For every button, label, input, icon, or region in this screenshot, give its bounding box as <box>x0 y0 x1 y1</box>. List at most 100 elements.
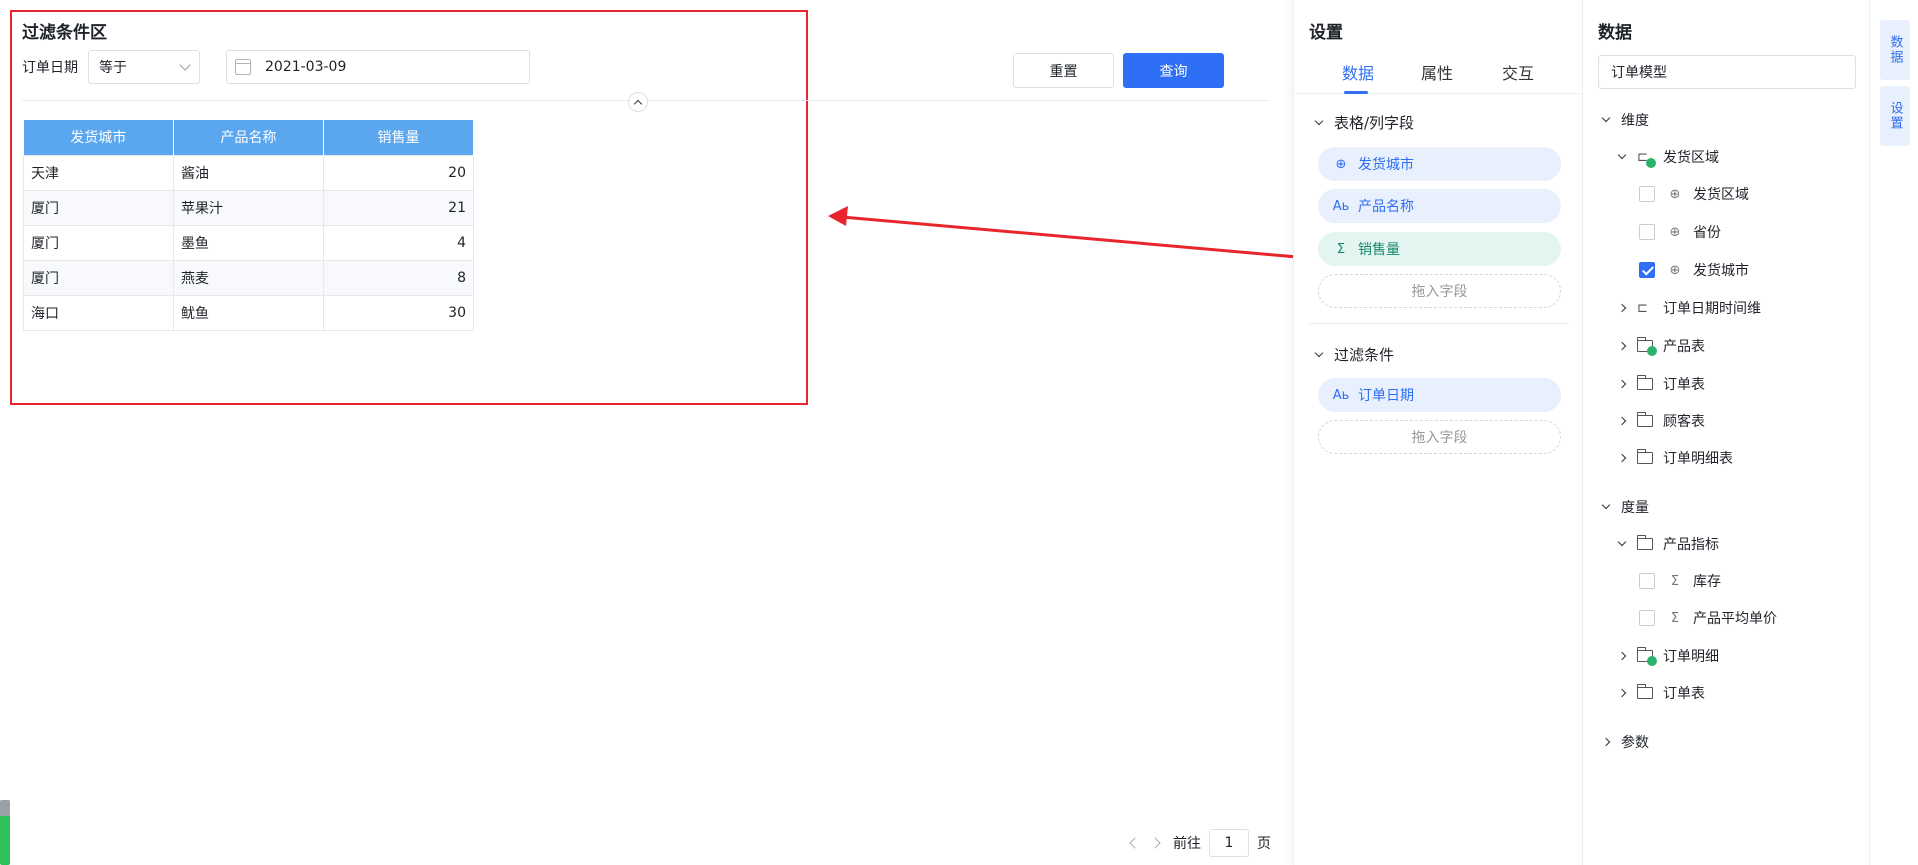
tree-leaf-stock[interactable]: Σ 库存 <box>1639 566 1721 596</box>
chevron-down-icon <box>1314 348 1324 357</box>
table-header[interactable]: 发货城市 <box>23 120 174 155</box>
tree-label: 省份 <box>1693 225 1721 241</box>
checkbox[interactable] <box>1639 186 1655 202</box>
tree-leaf-region[interactable]: ⊕ 发货区域 <box>1639 179 1749 209</box>
measure-group[interactable]: 度量 <box>1601 492 1649 522</box>
tree-node-product-metrics[interactable]: 产品指标 <box>1617 529 1719 559</box>
folder-icon <box>1636 684 1653 699</box>
tab-data[interactable]: 数据 <box>1342 60 1374 84</box>
tree-node-region-hierarchy[interactable]: ⊏ 发货区域 <box>1617 142 1719 172</box>
settings-tabs: 数据 属性 交互 <box>1294 56 1582 94</box>
settings-panel: 设置 数据 属性 交互 表格/列字段 ⊕ 发货城市 Aь 产品名称 Σ 销售量 … <box>1293 0 1582 865</box>
data-table: 发货城市 产品名称 销售量 天津 酱油 20 厦门 苹果汁 21 厦门 墨鱼 4 <box>23 120 474 331</box>
rail-tab-settings[interactable]: 设置 <box>1880 86 1910 146</box>
tree-label: 发货区域 <box>1663 150 1719 166</box>
field-pill-product-name[interactable]: Aь 产品名称 <box>1318 189 1561 223</box>
operator-select[interactable]: 等于 <box>88 50 200 84</box>
tree-label: 订单日期时间维 <box>1663 301 1761 317</box>
checkbox-checked[interactable] <box>1639 262 1655 278</box>
field-label: 发货城市 <box>1358 157 1414 173</box>
checkbox[interactable] <box>1639 573 1655 589</box>
globe-icon: ⊕ <box>1669 224 1681 240</box>
table-cell: 21 <box>323 189 474 226</box>
tree-node-product-table[interactable]: 产品表 <box>1617 331 1705 361</box>
tree-node-order-table[interactable]: 订单表 <box>1617 369 1705 399</box>
date-picker[interactable]: 2021-03-09 <box>226 50 530 84</box>
chevron-down-icon <box>179 59 191 71</box>
tree-node-order-table-measure[interactable]: 订单表 <box>1617 678 1705 708</box>
table-row: 厦门 墨鱼 4 <box>23 224 474 261</box>
filters-section-header[interactable]: 过滤条件 <box>1314 344 1394 365</box>
model-select[interactable]: 订单模型 <box>1598 55 1856 89</box>
filter-label: 订单日期 <box>22 60 78 76</box>
table-cell: 海口 <box>23 294 174 331</box>
chevron-right-icon <box>1617 651 1627 661</box>
rail-tab-data[interactable]: 数据 <box>1880 20 1910 80</box>
active-tab-indicator <box>1344 91 1368 94</box>
columns-section-title: 表格/列字段 <box>1334 114 1415 132</box>
folder-open-icon <box>1636 535 1653 550</box>
tree-leaf-province[interactable]: ⊕ 省份 <box>1639 217 1721 247</box>
hierarchy-icon: ⊏ <box>1637 150 1656 168</box>
field-pill-sales[interactable]: Σ 销售量 <box>1318 232 1561 266</box>
tree-label: 发货区域 <box>1693 187 1749 203</box>
calendar-icon <box>235 59 251 75</box>
table-cell: 鱿鱼 <box>173 294 324 331</box>
next-page-icon[interactable] <box>1149 837 1161 849</box>
dimension-title: 维度 <box>1621 113 1649 129</box>
checkbox[interactable] <box>1639 610 1655 626</box>
prev-page-icon[interactable] <box>1129 837 1141 849</box>
page-input[interactable]: 1 <box>1209 829 1249 857</box>
query-button[interactable]: 查询 <box>1123 53 1224 88</box>
table-cell: 20 <box>323 154 474 191</box>
page-suffix: 页 <box>1257 836 1271 852</box>
section-divider <box>1309 323 1569 324</box>
tree-label: 产品指标 <box>1663 537 1719 553</box>
tree-label: 订单表 <box>1663 377 1705 393</box>
measure-title: 度量 <box>1621 500 1649 516</box>
table-cell: 厦门 <box>23 189 174 226</box>
tree-label: 顾客表 <box>1663 414 1705 430</box>
table-cell: 燕麦 <box>173 259 324 296</box>
tab-properties[interactable]: 属性 <box>1421 60 1453 84</box>
data-panel: 数据 订单模型 维度 ⊏ 发货区域 ⊕ 发货区域 ⊕ 省份 ⊕ 发货城市 ⊏ 订… <box>1582 0 1869 865</box>
tree-leaf-avg-price[interactable]: Σ 产品平均单价 <box>1639 603 1777 633</box>
text-field-icon: Aь <box>1332 387 1350 403</box>
scroll-indicator <box>0 800 10 865</box>
tab-interaction[interactable]: 交互 <box>1502 60 1534 84</box>
field-label: 产品名称 <box>1358 199 1414 215</box>
field-label: 订单日期 <box>1358 388 1414 404</box>
tree-leaf-ship-city[interactable]: ⊕ 发货城市 <box>1639 255 1749 285</box>
dimension-group[interactable]: 维度 <box>1601 105 1649 135</box>
filters-drop-zone[interactable]: 拖入字段 <box>1318 420 1561 454</box>
date-value: 2021-03-09 <box>265 59 347 75</box>
collapse-button[interactable] <box>628 92 648 112</box>
tree-label: 订单明细 <box>1663 649 1719 665</box>
tree-node-customer-table[interactable]: 顾客表 <box>1617 406 1705 436</box>
reset-button[interactable]: 重置 <box>1013 53 1114 88</box>
folder-icon <box>1636 412 1653 427</box>
checkbox[interactable] <box>1639 224 1655 240</box>
field-pill-ship-city[interactable]: ⊕ 发货城市 <box>1318 147 1561 181</box>
tree-label: 产品表 <box>1663 339 1705 355</box>
table-row: 天津 酱油 20 <box>23 154 474 191</box>
tree-node-date-hierarchy[interactable]: ⊏ 订单日期时间维 <box>1617 293 1761 323</box>
table-cell: 天津 <box>23 154 174 191</box>
columns-section-header[interactable]: 表格/列字段 <box>1314 112 1415 133</box>
tree-node-order-detail[interactable]: 订单明细 <box>1617 641 1719 671</box>
tree-label: 发货城市 <box>1693 263 1749 279</box>
tree-node-order-detail-table[interactable]: 订单明细表 <box>1617 443 1733 473</box>
columns-drop-zone[interactable]: 拖入字段 <box>1318 274 1561 308</box>
table-cell: 苹果汁 <box>173 189 324 226</box>
chevron-down-icon <box>1314 116 1324 125</box>
sigma-icon: Σ <box>1670 610 1680 626</box>
field-pill-order-date[interactable]: Aь 订单日期 <box>1318 378 1561 412</box>
chevron-right-icon <box>1617 688 1627 698</box>
param-group[interactable]: 参数 <box>1601 727 1649 757</box>
chevron-right-icon <box>1617 453 1627 463</box>
chevron-right-icon <box>1601 737 1611 747</box>
table-header[interactable]: 产品名称 <box>173 120 324 155</box>
report-canvas: 过滤条件区 订单日期 等于 2021-03-09 重置 查询 发货城市 产品名称… <box>0 0 1293 865</box>
table-header[interactable]: 销售量 <box>323 120 474 155</box>
chevron-right-icon <box>1617 379 1627 389</box>
